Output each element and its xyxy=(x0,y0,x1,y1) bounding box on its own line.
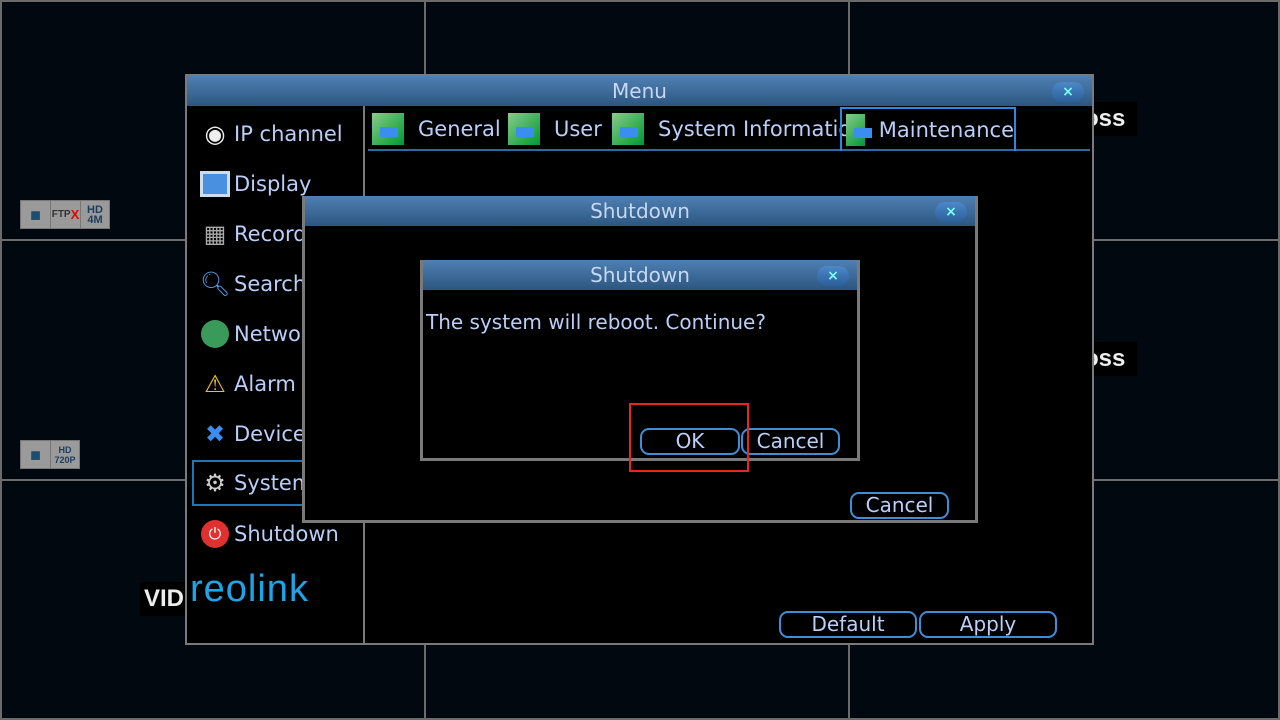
sidebar-item-display[interactable]: Display xyxy=(199,161,311,207)
shutdown-close-button[interactable]: × xyxy=(935,202,967,222)
tab-general[interactable]: General xyxy=(372,107,501,151)
dialog-title: Shutdown xyxy=(590,263,690,287)
camera-icon: ■ xyxy=(21,201,51,228)
settings-tab-icon xyxy=(372,113,404,145)
settings-tab-icon xyxy=(508,113,540,145)
power-icon: ⏻ xyxy=(199,518,231,550)
confirm-message: The system will reboot. Continue? xyxy=(426,310,766,334)
sidebar-item-alarm[interactable]: ⚠ Alarm xyxy=(199,361,296,407)
tab-system-information[interactable]: System Information xyxy=(612,107,865,151)
camera-icon: ■ xyxy=(21,441,51,468)
default-button[interactable]: Default xyxy=(779,611,917,638)
ftp-icon: FTP X xyxy=(51,201,81,228)
resolution-icon: HD 4M xyxy=(87,203,103,226)
resolution-icon: HD 720P xyxy=(54,444,76,465)
apply-button[interactable]: Apply xyxy=(919,611,1057,638)
display-icon xyxy=(199,168,231,200)
settings-tab-icon xyxy=(612,113,644,145)
menu-close-button[interactable]: × xyxy=(1052,82,1084,102)
tab-maintenance[interactable]: Maintenance xyxy=(840,107,1016,151)
channel-status-badge: ■ HD 720P xyxy=(20,440,80,469)
search-icon: 🔍︎ xyxy=(199,270,231,298)
sidebar-item-search[interactable]: 🔍︎ Search xyxy=(199,261,306,307)
confirm-cancel-button[interactable]: Cancel xyxy=(741,428,840,455)
ip-camera-icon: ◉ xyxy=(204,120,226,148)
highlight-box xyxy=(629,403,749,472)
gear-icon: ⚙ xyxy=(204,469,226,497)
dialog-title: Shutdown xyxy=(590,199,690,223)
tab-bar: General User System Information Maintena… xyxy=(368,107,1090,151)
reolink-logo: reolink xyxy=(190,568,309,610)
shutdown-cancel-button[interactable]: Cancel xyxy=(850,492,949,519)
alarm-icon: ⚠ xyxy=(204,370,226,398)
menu-title-bar: Menu × xyxy=(187,76,1092,106)
menu-title: Menu xyxy=(612,79,667,103)
sidebar-item-device[interactable]: ✖ Device xyxy=(199,411,306,457)
device-icon: ✖ xyxy=(204,420,226,448)
confirm-close-button[interactable]: × xyxy=(817,266,849,286)
video-loss-label: VID xyxy=(140,582,190,616)
recording-icon: ▦ xyxy=(203,220,227,248)
confirm-title-bar: Shutdown × xyxy=(423,260,857,290)
network-icon xyxy=(199,318,231,350)
settings-tab-icon xyxy=(846,114,872,146)
tab-user[interactable]: User xyxy=(508,107,602,151)
sidebar-item-ip-channel[interactable]: ◉ IP channel xyxy=(199,111,343,157)
channel-status-badge: ■ FTP X HD 4M xyxy=(20,200,110,229)
shutdown-title-bar: Shutdown × xyxy=(305,196,975,226)
